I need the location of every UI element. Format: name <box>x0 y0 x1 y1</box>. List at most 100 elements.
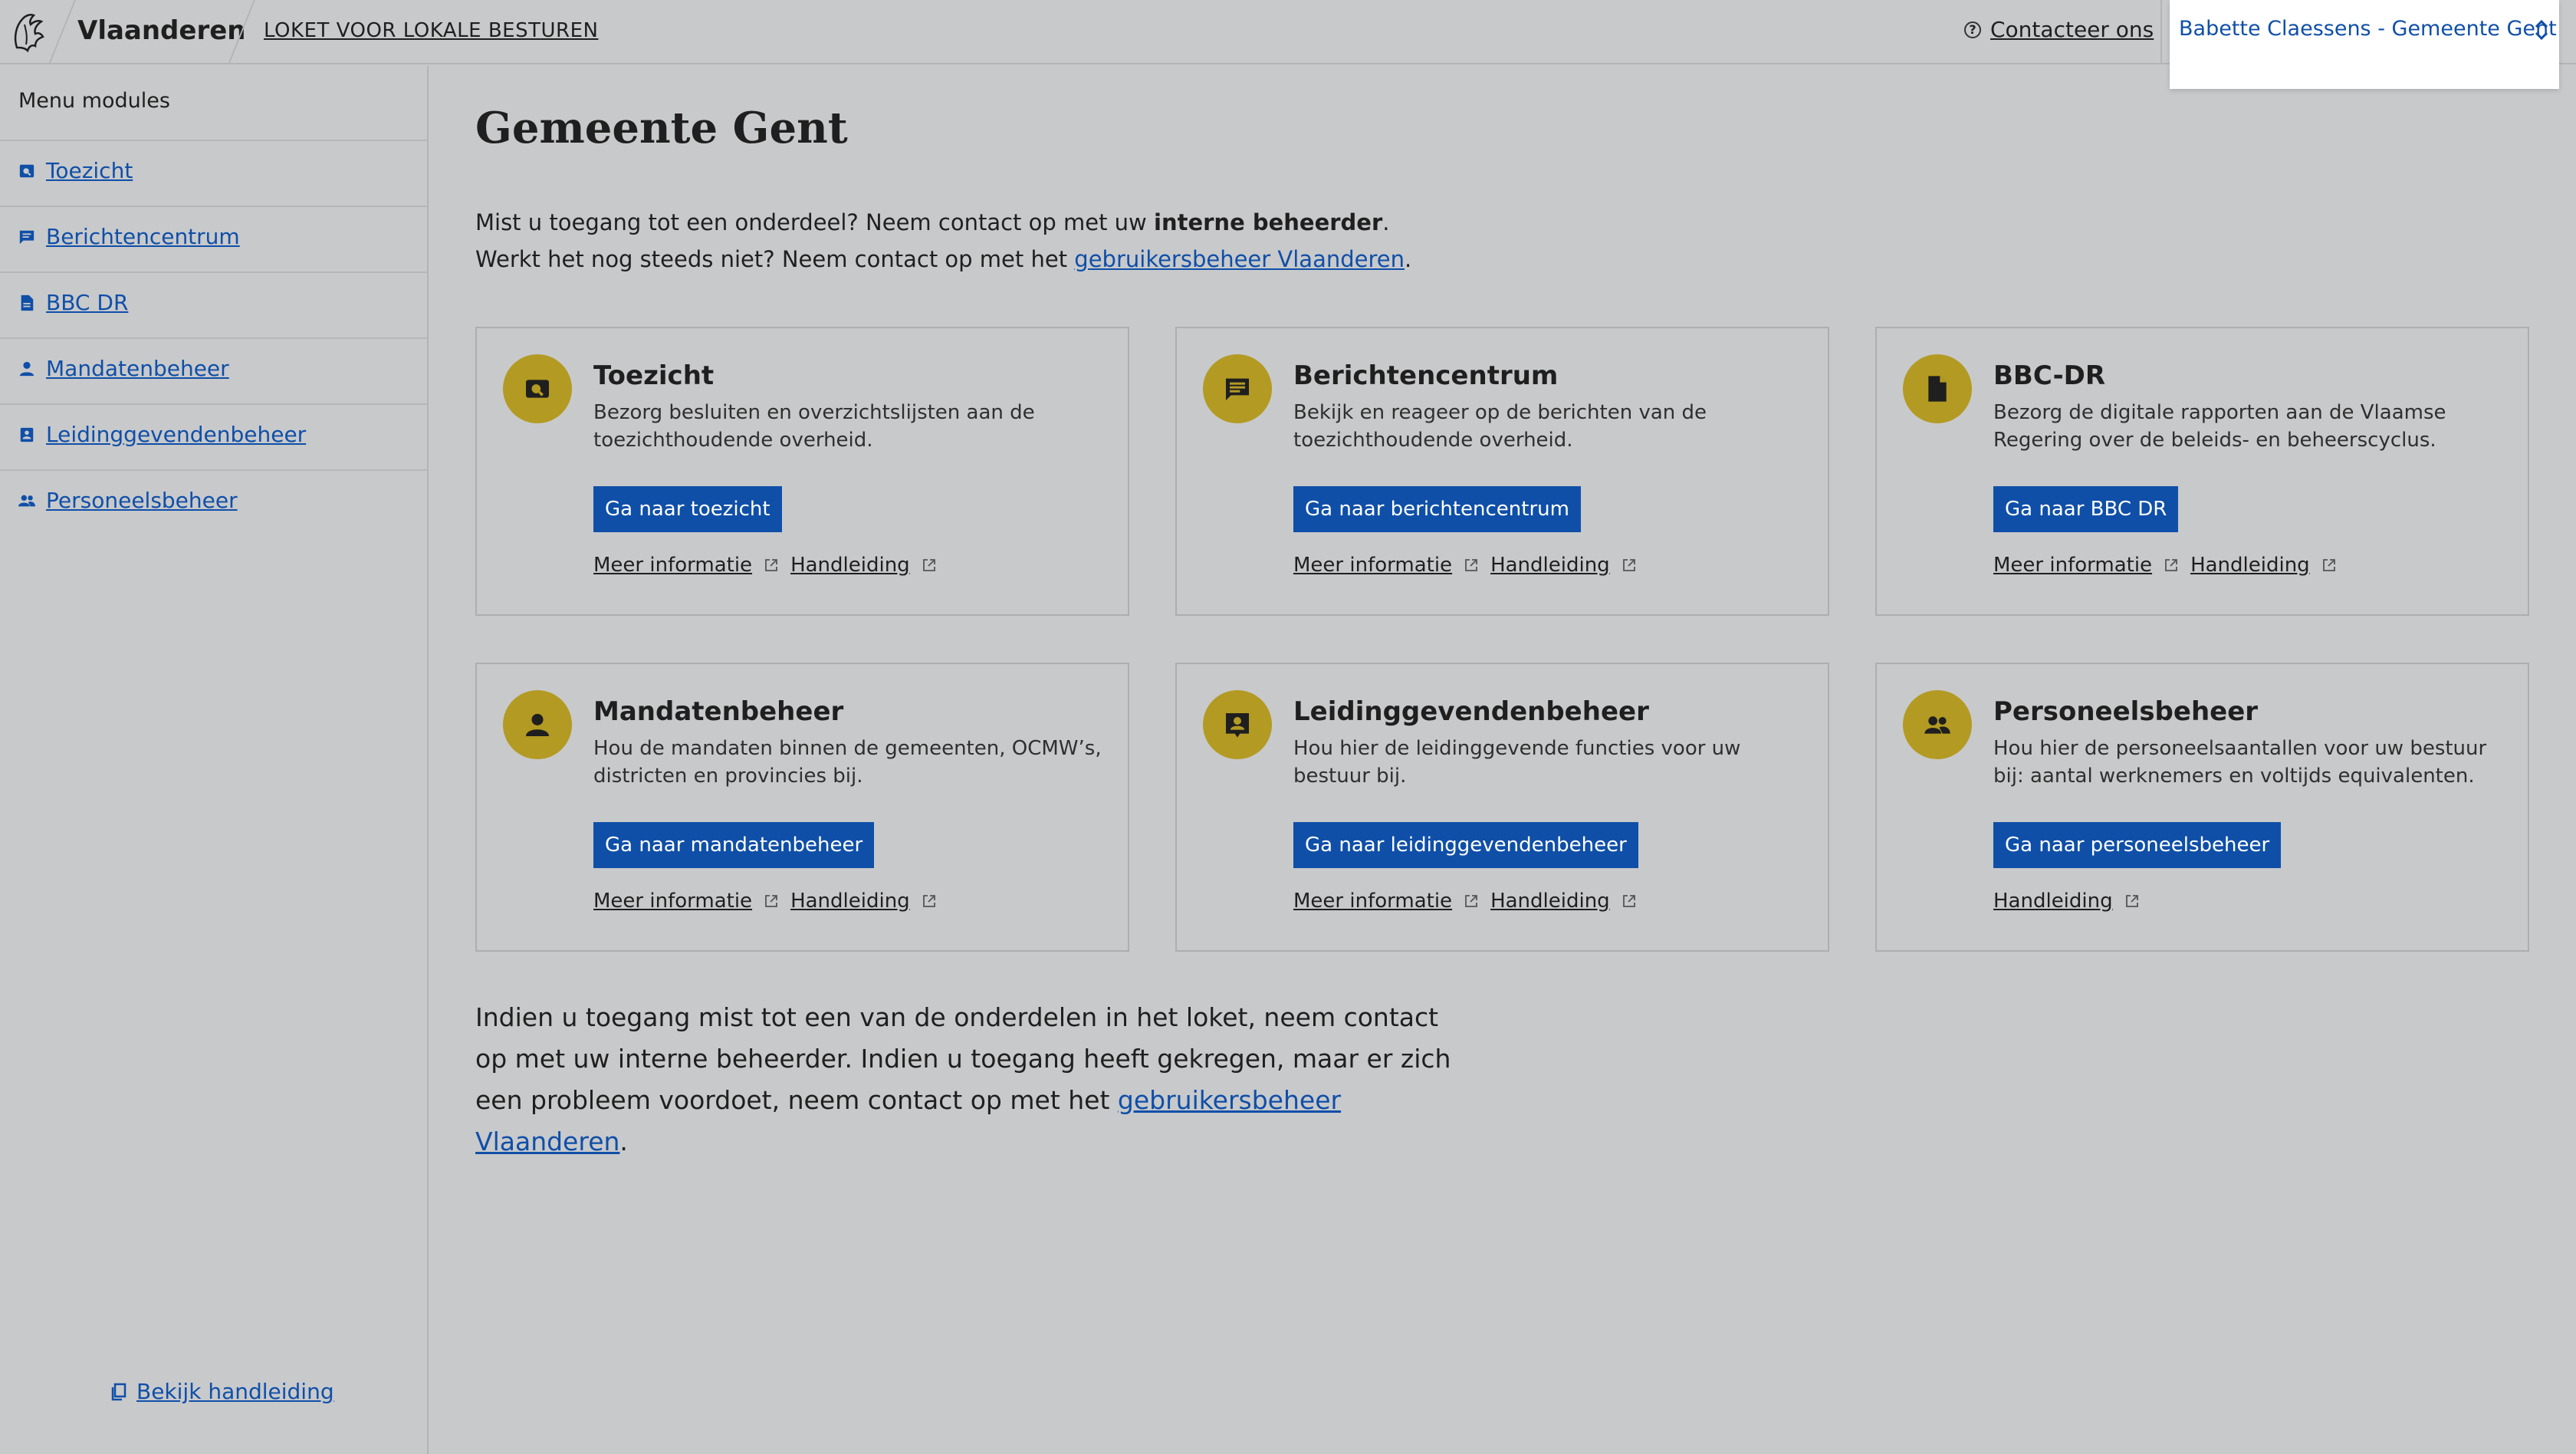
module-icon-circle <box>1903 690 1972 759</box>
contact-link[interactable]: ? Contacteer ons <box>1964 17 2154 42</box>
manual-link[interactable]: Handleiding <box>2190 554 2310 577</box>
external-link-icon <box>2322 559 2335 571</box>
sidebar-item-personeelsbeheer[interactable]: Personeelsbeheer <box>18 488 238 513</box>
card-description: Hou de mandaten binnen de gemeenten, OCM… <box>593 737 1102 788</box>
module-card-bbc-dr: BBC-DR Bezorg de digitale rapporten aan … <box>1875 327 2529 616</box>
intro-line-2: Werkt het nog steeds niet? Neem contact … <box>475 241 1411 278</box>
intro-text-part: Mist u toegang tot een onderdeel? Neem c… <box>475 209 1154 235</box>
header-separator <box>48 0 76 64</box>
go-to-personeelsbeheer-button[interactable]: Ga naar personeelsbeheer <box>1993 822 2282 868</box>
sidebar-item-leidinggevendenbeheer[interactable]: Leidinggevendenbeheer <box>18 422 306 447</box>
module-card-leidinggevendenbeheer: Leidinggevendenbeheer Hou hier de leidin… <box>1175 663 1829 952</box>
view-manual-label: Bekijk handleiding <box>136 1379 334 1404</box>
sidebar-divider <box>0 337 427 339</box>
vlaanderen-lion-logo-icon[interactable] <box>11 9 49 55</box>
card-title: Leidinggevendenbeheer <box>1293 696 1649 727</box>
person-icon <box>526 713 549 736</box>
intro-text: Mist u toegang tot een onderdeel? Neem c… <box>475 204 1411 278</box>
module-icon-circle <box>1203 354 1272 423</box>
module-card-mandatenbeheer: Mandatenbeheer Hou de mandaten binnen de… <box>475 663 1129 952</box>
sidebar-item-label: Leidinggevendenbeheer <box>46 422 307 447</box>
module-icon-circle <box>503 690 572 759</box>
more-info-link[interactable]: Meer informatie <box>593 554 752 577</box>
card-title: Berichtencentrum <box>1293 360 1559 391</box>
intro-line-1: Mist u toegang tot een onderdeel? Neem c… <box>475 204 1411 241</box>
sidebar-divider <box>0 271 427 273</box>
sidebar-item-label: Mandatenbeheer <box>46 356 229 381</box>
header-divider <box>2160 0 2162 64</box>
message-icon <box>19 230 34 244</box>
manual-link[interactable]: Handleiding <box>790 890 910 913</box>
app-title[interactable]: LOKET VOOR LOKALE BESTUREN <box>264 19 598 42</box>
external-link-icon <box>1465 895 1477 907</box>
external-link-icon <box>1465 559 1477 571</box>
sidebar-item-mandatenbeheer[interactable]: Mandatenbeheer <box>18 356 229 381</box>
external-link-icon <box>765 559 777 571</box>
module-card-toezicht: Toezicht Bezorg besluiten en overzichtsl… <box>475 327 1129 616</box>
module-icon-circle <box>503 354 572 423</box>
go-to-berichtencentrum-button[interactable]: Ga naar berichtencentrum <box>1293 486 1581 532</box>
card-title: BBC-DR <box>1993 360 2106 391</box>
user-switcher[interactable]: Babette Claessens - Gemeente Gent <box>2170 0 2559 89</box>
manual-link[interactable]: Handleiding <box>1490 554 1610 577</box>
more-info-link[interactable]: Meer informatie <box>1293 890 1452 913</box>
card-description: Hou hier de leidinggevende functies voor… <box>1293 737 1741 788</box>
card-title: Mandatenbeheer <box>593 696 844 727</box>
sidebar-item-label: Toezicht <box>46 158 133 183</box>
go-to-bbc-dr-button[interactable]: Ga naar BBC DR <box>1993 486 2179 532</box>
sidebar-divider <box>0 469 427 471</box>
sidebar-divider <box>0 140 427 141</box>
go-to-toezicht-button[interactable]: Ga naar toezicht <box>593 486 782 532</box>
manual-link[interactable]: Handleiding <box>790 554 910 577</box>
document-icon <box>21 294 34 311</box>
copy-icon <box>111 1383 127 1400</box>
sidebar-heading: Menu modules <box>18 89 170 113</box>
sidebar-item-toezicht[interactable]: Toezicht <box>18 158 133 183</box>
card-links: Handleiding <box>1993 890 2151 913</box>
sidebar-item-label: Berichtencentrum <box>46 224 240 249</box>
external-link-icon <box>922 559 935 571</box>
sidebar-item-label: Personeelsbeheer <box>46 488 238 513</box>
people-icon <box>18 495 35 506</box>
go-to-mandatenbeheer-button[interactable]: Ga naar mandatenbeheer <box>593 822 875 868</box>
module-card-berichtencentrum: Berichtencentrum Bekijk en reageer op de… <box>1175 327 1829 616</box>
external-link-icon <box>765 895 777 907</box>
sidebar-item-bbc-dr[interactable]: BBC DR <box>18 290 128 315</box>
external-link-icon <box>1622 895 1635 907</box>
module-icon-circle <box>1203 690 1272 759</box>
card-description: Bezorg besluiten en overzichtslijsten aa… <box>593 401 1035 452</box>
external-link-icon <box>922 895 935 907</box>
intro-text-part: . <box>1382 209 1390 235</box>
search-doc-icon <box>19 164 34 177</box>
card-links: Meer informatie Handleiding <box>1293 554 1648 577</box>
module-card-personeelsbeheer: Personeelsbeheer Hou hier de personeelsa… <box>1875 663 2529 952</box>
gebruikersbeheer-link[interactable]: gebruikersbeheer Vlaanderen <box>1074 246 1405 272</box>
more-info-link[interactable]: Meer informatie <box>1993 554 2152 577</box>
user-name: Babette Claessens - Gemeente Gent <box>2179 17 2557 41</box>
view-manual-link[interactable]: Bekijk handleiding <box>110 1379 334 1404</box>
intro-text-part: Werkt het nog steeds niet? Neem contact … <box>475 246 1075 272</box>
outro-text: Indien u toegang mist tot een van de ond… <box>475 997 1472 1163</box>
go-to-leidinggevendenbeheer-button[interactable]: Ga naar leidinggevendenbeheer <box>1293 822 1638 868</box>
manual-link[interactable]: Handleiding <box>1490 890 1610 913</box>
contact-label: Contacteer ons <box>1990 17 2154 42</box>
card-links: Meer informatie Handleiding <box>593 890 948 913</box>
module-icon-circle <box>1903 354 1972 423</box>
sidebar-divider <box>0 206 427 207</box>
outro-text-part: . <box>619 1127 628 1156</box>
card-description: Bekijk en reageer op de berichten van de… <box>1293 401 1707 452</box>
search-doc-icon <box>526 380 549 398</box>
brand-name[interactable]: Vlaanderen <box>77 15 246 46</box>
external-link-icon <box>2165 559 2177 571</box>
manual-link[interactable]: Handleiding <box>1993 890 2113 913</box>
people-icon <box>1924 716 1950 734</box>
card-title: Toezicht <box>593 360 715 391</box>
sidebar-item-berichtencentrum[interactable]: Berichtencentrum <box>18 224 240 249</box>
external-link-icon <box>1622 559 1635 571</box>
more-info-link[interactable]: Meer informatie <box>593 890 752 913</box>
person-icon <box>19 361 34 376</box>
more-info-link[interactable]: Meer informatie <box>1293 554 1452 577</box>
sidebar-divider <box>0 403 427 405</box>
sidebar-item-label: BBC DR <box>46 290 129 315</box>
card-description: Bezorg de digitale rapporten aan de Vlaa… <box>1993 401 2446 452</box>
